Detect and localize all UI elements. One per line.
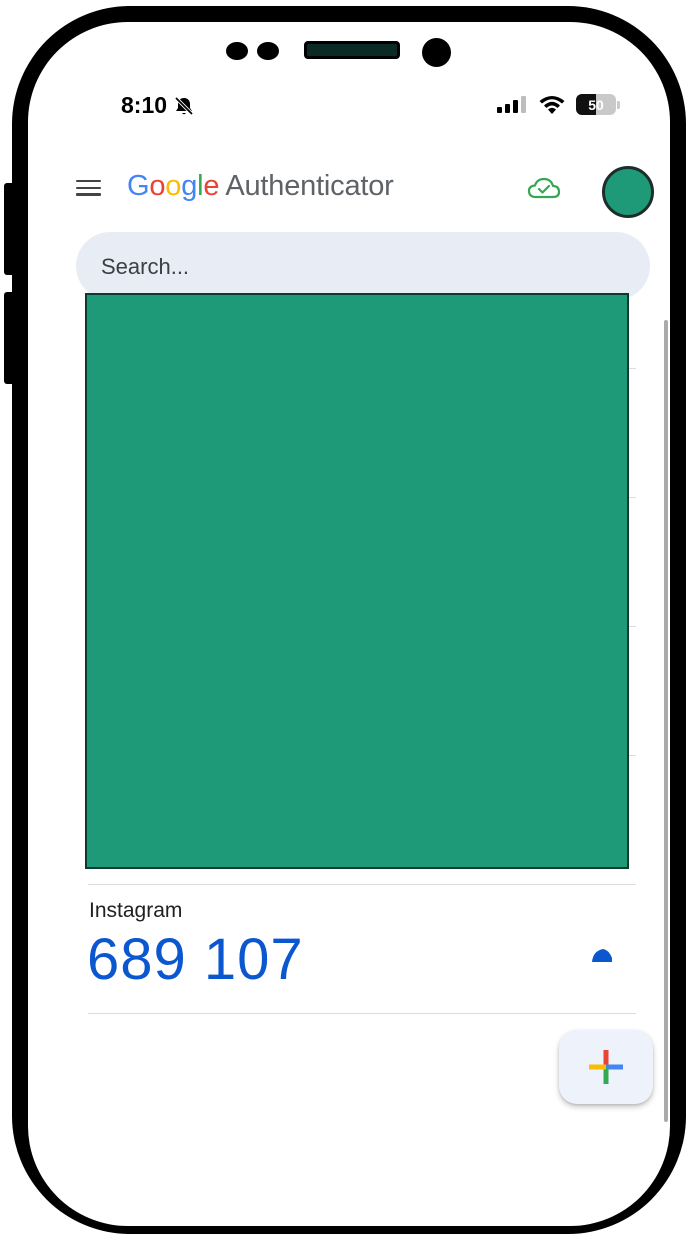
volume-down-button: [4, 292, 16, 384]
google-logo: Google: [127, 170, 220, 202]
battery-body: 50: [576, 94, 616, 115]
battery-tip: [617, 100, 620, 109]
account-name: Instagram: [89, 899, 183, 922]
google-plus-icon: [589, 1050, 623, 1084]
list-divider: [628, 497, 636, 498]
search-placeholder: Search...: [101, 254, 190, 279]
battery-percent: 50: [588, 96, 604, 113]
wifi-icon: [539, 95, 565, 114]
app-name: Authenticator: [225, 170, 394, 202]
countdown-timer-icon: [592, 949, 612, 962]
volume-up-button: [4, 183, 16, 275]
list-divider: [88, 1013, 636, 1014]
cloud-check-icon[interactable]: [527, 176, 561, 200]
list-divider: [88, 884, 636, 885]
otp-code[interactable]: 689 107: [87, 926, 304, 993]
battery-indicator: 50: [576, 94, 620, 115]
status-time: 8:10: [121, 92, 195, 119]
cellular-signal-icon: [497, 95, 526, 113]
list-divider: [628, 626, 636, 627]
app-title: Google Authenticator: [127, 170, 394, 203]
status-indicators: 50: [496, 94, 620, 115]
list-divider: [628, 755, 636, 756]
list-divider: [628, 368, 636, 369]
account-avatar[interactable]: [602, 166, 654, 218]
scrollbar[interactable]: [664, 320, 668, 1122]
front-camera: [422, 38, 451, 67]
sensor-dot: [257, 42, 279, 60]
status-time-text: 8:10: [121, 92, 168, 118]
earpiece-speaker: [304, 41, 400, 59]
add-account-button[interactable]: [559, 1030, 653, 1104]
hamburger-icon[interactable]: [76, 180, 101, 196]
redacted-accounts-block: [85, 293, 629, 869]
sensor-dot: [226, 42, 248, 60]
bell-slash-icon: [174, 96, 194, 115]
